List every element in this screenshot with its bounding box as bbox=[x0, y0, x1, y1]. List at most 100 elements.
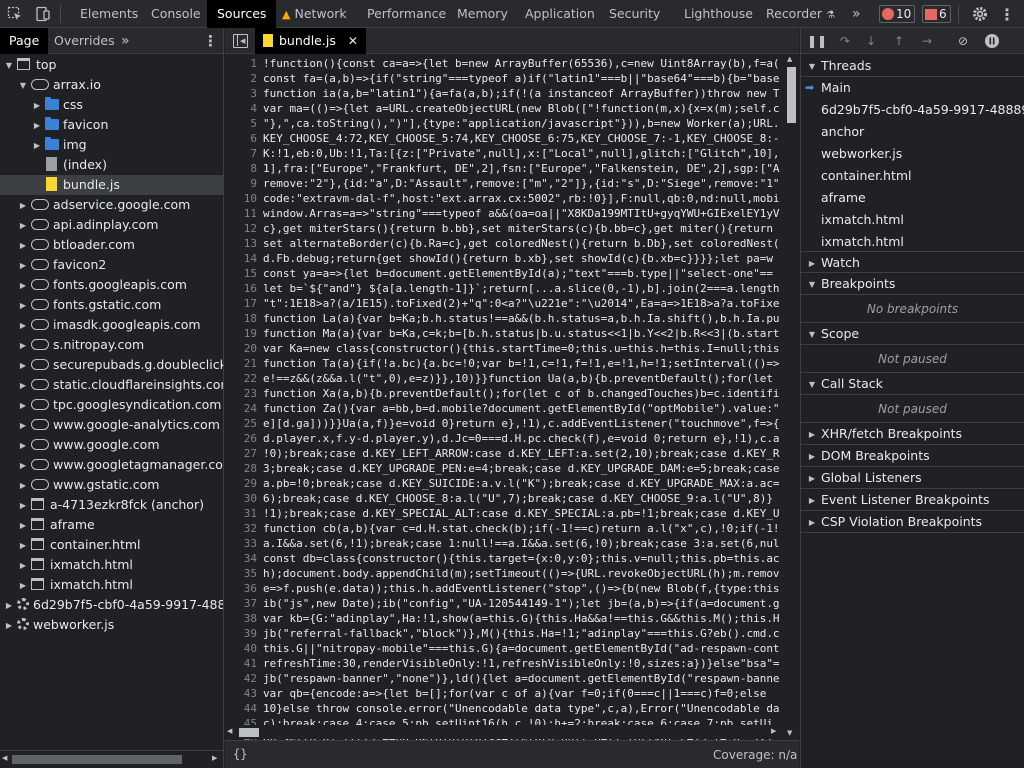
line-number[interactable]: 3 bbox=[225, 86, 263, 101]
line-number[interactable]: 39 bbox=[225, 626, 263, 641]
collapsed-triangle-icon[interactable]: ▶ bbox=[18, 216, 28, 236]
code-line[interactable]: 2 const fa=(a,b)=>{if("string"===typeof a… bbox=[225, 71, 781, 86]
expanded-triangle-icon[interactable]: ▼ bbox=[18, 76, 28, 96]
line-number[interactable]: 19 bbox=[225, 326, 263, 341]
threads-header[interactable]: ▼ Threads bbox=[801, 55, 1024, 77]
tree-item[interactable]: ▶ 6d29b7f5-cbf0-4a59-9917-4888940 bbox=[0, 595, 223, 615]
code-vertical-scrollbar[interactable]: ▲ ▼ bbox=[783, 55, 799, 740]
tab-performance[interactable]: Performance bbox=[357, 0, 456, 28]
line-number[interactable]: 8 bbox=[225, 161, 263, 176]
collapsed-triangle-icon[interactable]: ▶ bbox=[18, 476, 28, 496]
line-number[interactable]: 5 bbox=[225, 116, 263, 131]
code-line[interactable]: 20 var Ka=new class{constructor(){this.st… bbox=[225, 341, 781, 356]
code-line[interactable]: 26 d.player.x,f.y-d.player.y),d.Jc=0===d.… bbox=[225, 431, 781, 446]
code-line[interactable]: 25 e][d.ga]))}}Ua(a,f)}e=void 0}return e}… bbox=[225, 416, 781, 431]
tree-item[interactable]: ▶ adservice.google.com bbox=[0, 195, 223, 215]
scroll-right-icon[interactable]: ▶ bbox=[771, 727, 776, 735]
collapsed-triangle-icon[interactable]: ▶ bbox=[32, 96, 42, 116]
line-number[interactable]: 41 bbox=[225, 656, 263, 671]
line-number[interactable]: 29 bbox=[225, 476, 263, 491]
code-line[interactable]: 17 "t":1E18>a?(a/1E15).toFixed(2)+"q":0<a… bbox=[225, 296, 781, 311]
collapsed-triangle-icon[interactable]: ▶ bbox=[4, 616, 14, 636]
step-over-icon[interactable]: ↷ bbox=[831, 28, 859, 54]
scrollbar-thumb[interactable] bbox=[787, 67, 796, 123]
pause-icon[interactable]: ❚❚ bbox=[803, 28, 831, 54]
tab-elements[interactable]: Elements bbox=[70, 0, 148, 28]
collapsed-triangle-icon[interactable]: ▶ bbox=[18, 576, 28, 596]
code-line[interactable]: 6 KEY_CHOOSE_4:72,KEY_CHOOSE_5:74,KEY_CHO… bbox=[225, 131, 781, 146]
tree-item[interactable]: ▶ static.cloudflareinsights.com bbox=[0, 375, 223, 395]
code-line[interactable]: 1 !function(){const ca=a=>{let b=new Arra… bbox=[225, 56, 781, 71]
code-line[interactable]: 8 1],fra:["Europe","Frankfurt, DE",2],fsn… bbox=[225, 161, 781, 176]
csp-violation-breakpoints-header[interactable]: ▶ CSP Violation Breakpoints bbox=[801, 511, 1024, 533]
tab-application[interactable]: Application bbox=[515, 0, 605, 28]
thread-item[interactable]: ixmatch.html bbox=[801, 231, 1024, 253]
tree-item[interactable]: bundle.js bbox=[0, 175, 223, 195]
code-area[interactable]: 1 !function(){const ca=a=>{let b=new Arra… bbox=[225, 55, 799, 740]
scroll-left-icon[interactable]: ◀ bbox=[227, 727, 232, 735]
collapsed-triangle-icon[interactable]: ▶ bbox=[18, 196, 28, 216]
tab-security[interactable]: Security bbox=[599, 0, 670, 28]
scroll-down-icon[interactable]: ▼ bbox=[787, 729, 792, 737]
code-line[interactable]: 5 "},",ca.toString(),")"],{type:"applicat… bbox=[225, 116, 781, 131]
code-line[interactable]: 34 const db=class{constructor(){this.targ… bbox=[225, 551, 781, 566]
error-count-badge[interactable]: 10 bbox=[879, 5, 916, 23]
inspect-element-icon[interactable] bbox=[2, 0, 28, 28]
code-line[interactable]: 24 function Za(){var a=bb,b=d.mobile?docu… bbox=[225, 401, 781, 416]
thread-item[interactable]: ➡ Main bbox=[801, 77, 1024, 99]
collapsed-triangle-icon[interactable]: ▶ bbox=[32, 116, 42, 136]
thread-item[interactable]: 6d29b7f5-cbf0-4a59-9917-488894... bbox=[801, 99, 1024, 121]
code-line[interactable]: 18 function La(a){var b=Ka;b.h.status!==a… bbox=[225, 311, 781, 326]
tree-item[interactable]: ▶ a-4713ezkr8fck (anchor) bbox=[0, 495, 223, 515]
tree-item[interactable]: ▶ img bbox=[0, 135, 223, 155]
more-tabs-button[interactable]: » bbox=[848, 0, 865, 28]
step-out-icon[interactable]: ↑ bbox=[885, 28, 913, 54]
line-number[interactable]: 7 bbox=[225, 146, 263, 161]
thread-item[interactable]: webworker.js bbox=[801, 143, 1024, 165]
more-options-icon[interactable]: ⋮ bbox=[994, 0, 1020, 28]
code-horizontal-scrollbar[interactable]: ◀ ▶ bbox=[225, 725, 783, 739]
code-line[interactable]: 44 10}else throw console.error("Unencodab… bbox=[225, 701, 781, 716]
code-line[interactable]: 33 a.I&&a.set(6,!1);break;case 1:null!==a… bbox=[225, 536, 781, 551]
tree-item[interactable]: ▶ fonts.gstatic.com bbox=[0, 295, 223, 315]
line-number[interactable]: 30 bbox=[225, 491, 263, 506]
tree-item[interactable]: ▶ aframe bbox=[0, 515, 223, 535]
collapsed-triangle-icon[interactable]: ▶ bbox=[18, 336, 28, 356]
line-number[interactable]: 15 bbox=[225, 266, 263, 281]
tab-sources[interactable]: Sources bbox=[207, 0, 277, 28]
thread-item[interactable]: anchor bbox=[801, 121, 1024, 143]
code-line[interactable]: 9 remove:"2"},{id:"a",D:"Assault",remove:… bbox=[225, 176, 781, 191]
collapsed-triangle-icon[interactable]: ▶ bbox=[18, 316, 28, 336]
tree-item[interactable]: ▶ www.google.com bbox=[0, 435, 223, 455]
code-line[interactable]: 3 function ia(a,b="latin1"){a=fa(a,b);if(… bbox=[225, 86, 781, 101]
line-number[interactable]: 38 bbox=[225, 611, 263, 626]
tree-item[interactable]: ▶ imasdk.googleapis.com bbox=[0, 315, 223, 335]
tree-item[interactable]: ▶ css bbox=[0, 95, 223, 115]
line-number[interactable]: 27 bbox=[225, 446, 263, 461]
line-number[interactable]: 36 bbox=[225, 581, 263, 596]
scroll-right-icon[interactable]: ▶ bbox=[212, 754, 217, 762]
step-icon[interactable]: → bbox=[913, 28, 941, 54]
collapsed-triangle-icon[interactable]: ▶ bbox=[18, 416, 28, 436]
code-line[interactable]: 30 6);break;case d.KEY_CHOOSE_8:a.l("U",7… bbox=[225, 491, 781, 506]
code-line[interactable]: 10 code:"extravm-dal-f",host:"ext.arrax.c… bbox=[225, 191, 781, 206]
collapsed-triangle-icon[interactable]: ▶ bbox=[18, 556, 28, 576]
code-line[interactable]: 27 !0);break;case d.KEY_LEFT_ARROW:case d… bbox=[225, 446, 781, 461]
tree-item[interactable]: ▶ favicon bbox=[0, 115, 223, 135]
collapsed-triangle-icon[interactable]: ▶ bbox=[18, 356, 28, 376]
device-toolbar-icon[interactable] bbox=[30, 0, 56, 28]
scroll-up-icon[interactable]: ▲ bbox=[787, 55, 792, 63]
code-line[interactable]: 38 var kb={G:"adinplay",Ha:!1,show(a=this… bbox=[225, 611, 781, 626]
code-line[interactable]: 4 var ma=(()=>{let a=URL.createObjectURL(… bbox=[225, 101, 781, 116]
collapsed-triangle-icon[interactable]: ▶ bbox=[18, 276, 28, 296]
thread-item[interactable]: ixmatch.html bbox=[801, 209, 1024, 231]
line-number[interactable]: 14 bbox=[225, 251, 263, 266]
tab-recorder[interactable]: Recorder ⚗ bbox=[756, 0, 845, 28]
code-line[interactable]: 7 K:!1,eb:0,Ub:!1,Ta:[{z:["Private",null]… bbox=[225, 146, 781, 161]
deactivate-breakpoints-icon[interactable]: ⊘ bbox=[949, 28, 977, 54]
line-number[interactable]: 9 bbox=[225, 176, 263, 191]
line-number[interactable]: 18 bbox=[225, 311, 263, 326]
watch-header[interactable]: ▶ Watch bbox=[801, 251, 1024, 273]
event-listener-breakpoints-header[interactable]: ▶ Event Listener Breakpoints bbox=[801, 489, 1024, 511]
line-number[interactable]: 10 bbox=[225, 191, 263, 206]
